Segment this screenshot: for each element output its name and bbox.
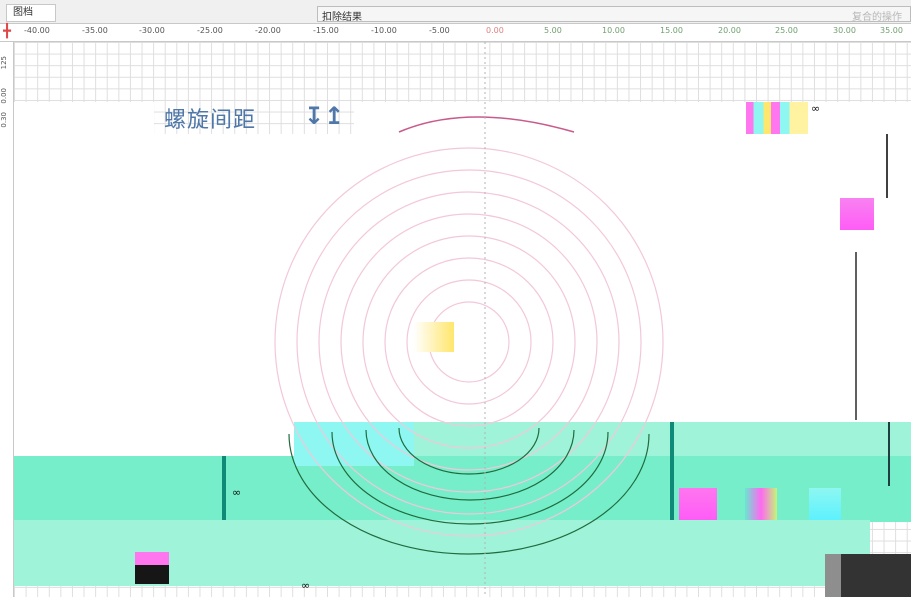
- result-hint: 复合的操作: [852, 12, 902, 23]
- color-swatch: [840, 198, 874, 230]
- spiral-ring: [274, 147, 664, 537]
- vertical-ruler: 125 0.00 0.30: [0, 42, 14, 597]
- ruler-tick: -40.00: [24, 26, 50, 35]
- ruler-tick: 10.00: [602, 26, 625, 35]
- spiral-arc-top: [398, 116, 575, 133]
- symbol-label: ∞: [232, 486, 242, 499]
- ruler-tick: 0.30: [0, 112, 8, 128]
- color-swatch: [745, 488, 777, 520]
- tab-graphic[interactable]: 图档: [6, 4, 56, 22]
- spiral-arc: [365, 429, 575, 501]
- spiral-ring: [362, 235, 576, 449]
- ruler-tick: 30.00: [833, 26, 856, 35]
- spiral-ring: [340, 213, 598, 471]
- ruler-tick: -5.00: [429, 26, 450, 35]
- color-swatch: [746, 102, 808, 134]
- dark-block: [841, 554, 911, 597]
- pitch-title: 螺旋间距: [164, 108, 257, 133]
- result-label: 扣除结果: [322, 12, 362, 23]
- drawing-canvas[interactable]: 螺旋间距 ↧↥ ∞ ∞ ∞: [14, 42, 911, 597]
- symbol-label: ∞: [301, 579, 311, 592]
- spiral-arc: [398, 427, 540, 475]
- pitch-icon: ↧↥: [304, 102, 345, 130]
- color-swatch: [679, 488, 717, 520]
- ruler-tick: -30.00: [139, 26, 165, 35]
- ruler-tick: -35.00: [82, 26, 108, 35]
- origin-marker-icon: ╋: [3, 24, 11, 39]
- ruler-tick: -25.00: [197, 26, 223, 35]
- ruler-tick: 35.00: [880, 26, 903, 35]
- ruler-tick: 15.00: [660, 26, 683, 35]
- result-bar[interactable]: 扣除结果 复合的操作: [317, 6, 911, 23]
- ruler-tick: 5.00: [544, 26, 562, 35]
- symbol-label: ∞: [811, 102, 821, 115]
- spiral-ring: [384, 257, 554, 427]
- ruler-tick: 0.00: [486, 26, 504, 35]
- title-bar: 图档 扣除结果 复合的操作: [0, 0, 911, 24]
- center-marker: [414, 322, 454, 352]
- ruler-tick: -15.00: [313, 26, 339, 35]
- spiral-ring: [318, 191, 620, 493]
- spiral-ring: [296, 169, 642, 515]
- ruler-tick: 20.00: [718, 26, 741, 35]
- ruler-tick: -20.00: [255, 26, 281, 35]
- color-swatch: [809, 488, 841, 520]
- ruler-tick: -10.00: [371, 26, 397, 35]
- ruler-tick: 0.00: [0, 88, 8, 104]
- ruler-tick: 125: [0, 56, 8, 70]
- color-swatch: [135, 552, 169, 584]
- ruler-tick: 25.00: [775, 26, 798, 35]
- horizontal-ruler: ╋ -40.00 -35.00 -30.00 -25.00 -20.00 -15…: [0, 24, 911, 42]
